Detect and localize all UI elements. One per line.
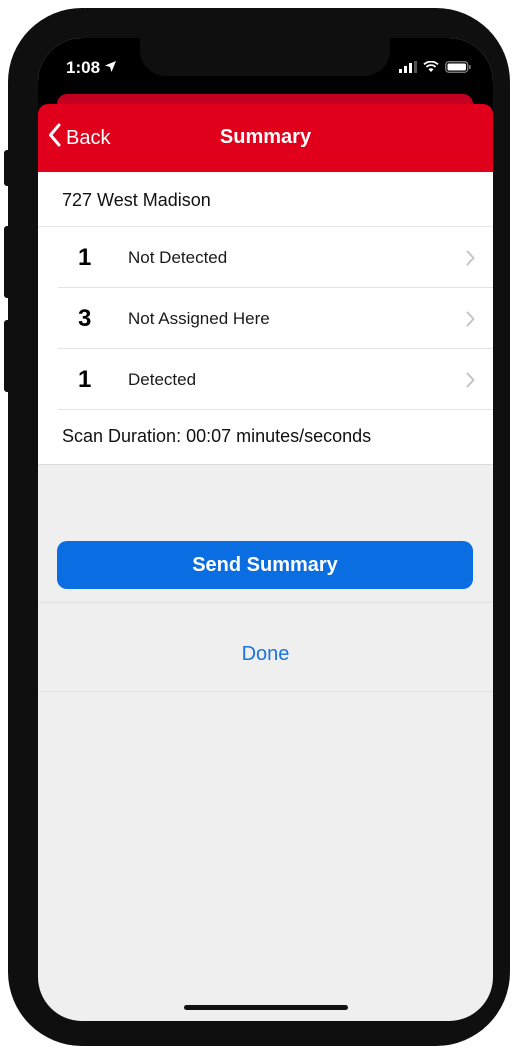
summary-list: 727 West Madison 1 Not Detected 3 Not As… [38, 172, 493, 465]
done-button[interactable]: Done [38, 603, 493, 691]
screen: 1:08 Back Summary 727 West Madison 1 Not… [38, 38, 493, 1021]
summary-row-not-detected[interactable]: 1 Not Detected [38, 227, 493, 288]
wifi-icon [423, 60, 439, 78]
side-button-volume-up [4, 226, 12, 298]
navigation-bar: Back Summary [38, 104, 493, 172]
send-summary-button[interactable]: Send Summary [57, 541, 473, 589]
summary-row-detected[interactable]: 1 Detected [38, 349, 493, 410]
side-button-mute [4, 150, 12, 186]
row-label: Not Assigned Here [128, 309, 270, 328]
chevron-right-icon [466, 250, 475, 271]
summary-row-not-assigned-here[interactable]: 3 Not Assigned Here [38, 288, 493, 349]
chevron-right-icon [466, 311, 475, 332]
row-label: Not Detected [128, 248, 228, 267]
scan-duration: Scan Duration: 00:07 minutes/seconds [38, 410, 493, 465]
row-count: 1 [78, 244, 92, 271]
divider [38, 691, 493, 692]
location-arrow-icon [104, 58, 117, 78]
status-time: 1:08 [66, 58, 117, 78]
chevron-right-icon [466, 372, 475, 393]
page-title: Summary [219, 126, 312, 148]
side-button-volume-down [4, 320, 12, 392]
notch [140, 38, 390, 76]
clock-text: 1:08 [66, 58, 101, 77]
home-indicator [184, 1005, 348, 1010]
row-count: 1 [78, 366, 92, 393]
battery-icon [445, 60, 471, 78]
row-label: Detected [128, 370, 197, 389]
signal-icon [399, 60, 417, 78]
address-label: 727 West Madison [38, 172, 493, 227]
status-icons [399, 60, 471, 78]
row-count: 3 [78, 305, 92, 332]
